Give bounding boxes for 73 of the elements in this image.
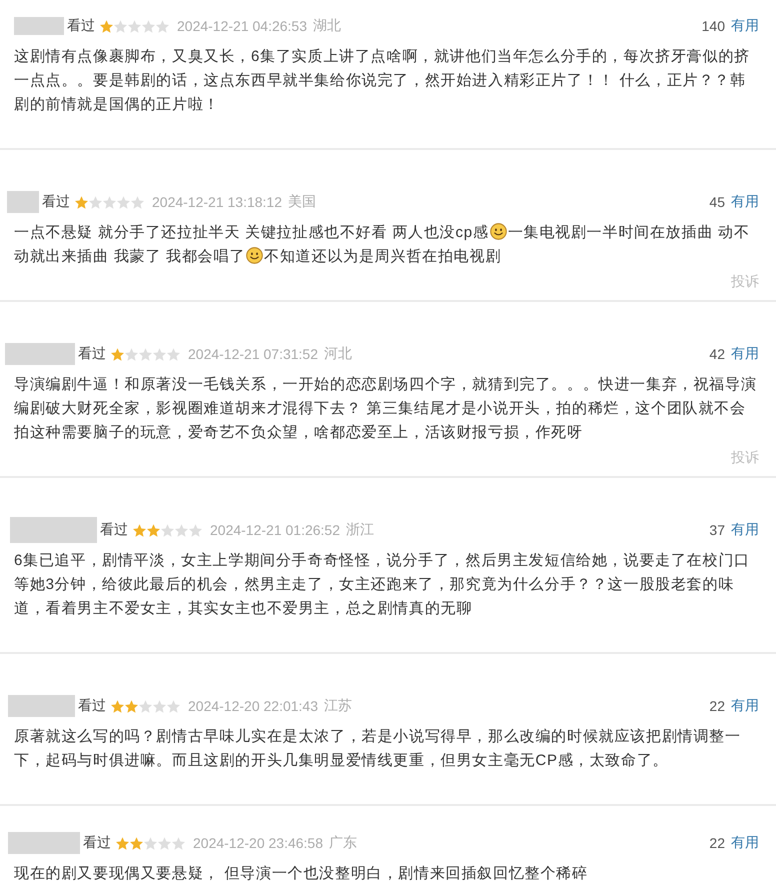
useful-link[interactable]: 有用 xyxy=(731,17,759,35)
useful-count: 42 xyxy=(709,346,725,362)
star-icon xyxy=(139,348,152,360)
star-icon xyxy=(125,700,138,712)
smiley-icon xyxy=(246,247,264,264)
star-icon xyxy=(128,20,141,32)
username-redaction xyxy=(8,695,75,717)
star-icon xyxy=(117,196,130,208)
review-text: 现在的剧又要现偶又要悬疑， 但导演一个也没整明白，剧情来回插叙回忆整个稀碎 xyxy=(14,864,589,884)
username-redaction xyxy=(7,191,39,213)
watched-status: 看过 xyxy=(42,193,70,211)
star-icon xyxy=(172,836,185,850)
review-text: 6集已追平，剧情平淡，女主上学期间分手奇奇怪怪，说分手了，然后男主发短信给她，说要走了在校门口等她3分钟，给彼此最后的机会，然男主走了，女主还跑来了，那究竟为什么分手？？这一股股老套的味道，看着男主不爱女主，其实女主也不爱男主，总之剧情真的无聊 xyxy=(14,551,751,619)
username-redaction xyxy=(14,17,64,35)
useful-link[interactable]: 有用 xyxy=(731,345,759,363)
username-redaction xyxy=(5,343,75,365)
useful-count: 140 xyxy=(702,18,725,34)
watched-status: 看过 xyxy=(78,345,106,363)
star-icon xyxy=(156,20,169,32)
review-location: 河北 xyxy=(324,345,352,363)
useful-link[interactable]: 有用 xyxy=(731,521,759,539)
review-location: 广东 xyxy=(329,834,357,852)
star-icon xyxy=(167,348,180,360)
star-icon xyxy=(133,524,146,536)
review-time: 2024-12-21 04:26:53 xyxy=(177,18,307,34)
useful-count: 22 xyxy=(709,835,725,851)
star-icon xyxy=(100,20,113,32)
star-icon xyxy=(189,524,202,536)
useful-link[interactable]: 有用 xyxy=(731,193,759,211)
smiley-icon xyxy=(490,223,507,240)
watched-status: 看过 xyxy=(78,697,106,715)
review-time: 2024-12-21 07:31:52 xyxy=(188,346,318,362)
star-icon xyxy=(144,836,157,850)
star-icon xyxy=(161,524,174,536)
useful-count: 22 xyxy=(709,698,725,714)
watched-status: 看过 xyxy=(67,17,95,35)
review-time: 2024-12-21 01:26:52 xyxy=(210,522,340,538)
watched-status: 看过 xyxy=(83,834,111,852)
username-redaction xyxy=(8,832,80,854)
review-text: 原著就这么写的吗？剧情古早味儿实在是太浓了，若是小说写得早，那么改编的时候就应该把剧情调整一下，起码与时俱进嘛。而且这剧的开头几集明显爱情线更重，但男女主毫无CP感，太致命了。 xyxy=(14,727,742,771)
review-text: 导演编剧牛逼！和原著没一毛钱关系，一开始的恋恋剧场四个字，就猜到完了。。。快进一集弃，祝福导演编剧破大财死全家，影视圈难道胡来才混得下去？ 第三集结尾才是小说开头，拍的稀烂，这个团队就不会拍这种需要脑子的玩意，爱奇艺不负众望，啥都恋爱至上，活该财报亏损，作死呀 xyxy=(14,375,758,443)
star-icon xyxy=(130,836,143,850)
star-icon xyxy=(89,196,102,208)
star-icon xyxy=(116,836,129,850)
useful-count: 45 xyxy=(709,194,725,210)
star-icon xyxy=(175,524,188,536)
review-time: 2024-12-21 13:18:12 xyxy=(152,194,282,210)
review-location: 湖北 xyxy=(313,17,341,35)
review-time: 2024-12-20 23:46:58 xyxy=(193,835,323,851)
useful-link[interactable]: 有用 xyxy=(731,697,759,715)
review-location: 美国 xyxy=(288,193,316,211)
star-icon xyxy=(158,836,171,850)
star-icon xyxy=(147,524,160,536)
review-location: 江苏 xyxy=(324,697,352,715)
star-icon xyxy=(103,196,116,208)
star-icon xyxy=(167,700,180,712)
star-icon xyxy=(153,700,166,712)
star-icon xyxy=(111,348,124,360)
star-icon xyxy=(111,700,124,712)
review-time: 2024-12-20 22:01:43 xyxy=(188,698,318,714)
watched-status: 看过 xyxy=(100,521,128,539)
review-text: 一点不悬疑 就分手了还拉扯半天 关键拉扯感也不好看 两人也没cp感 一集电视剧一半时间在放插曲 动不动就出来插曲 我蒙了 我都会唱了 不知道还以为是周兴哲在拍电视剧 xyxy=(14,222,751,267)
star-icon xyxy=(75,196,88,208)
useful-count: 37 xyxy=(709,522,725,538)
star-icon xyxy=(114,20,127,32)
star-icon xyxy=(142,20,155,32)
star-icon xyxy=(125,348,138,360)
star-icon xyxy=(131,196,144,208)
useful-link[interactable]: 有用 xyxy=(731,834,759,852)
star-icon xyxy=(153,348,166,360)
star-icon xyxy=(139,700,152,712)
review-location: 浙江 xyxy=(346,521,374,539)
review-text: 这剧情有点像裹脚布，又臭又长，6集了实质上讲了点啥啊，就讲他们当年怎么分手的，每次挤牙膏似的挤一点点。。要是韩剧的话，这点东西早就半集给你说完了，然开始进入精彩正片了！！ 什么，正片？？韩剧的前情就是国偶的正片啦！ xyxy=(14,47,751,115)
